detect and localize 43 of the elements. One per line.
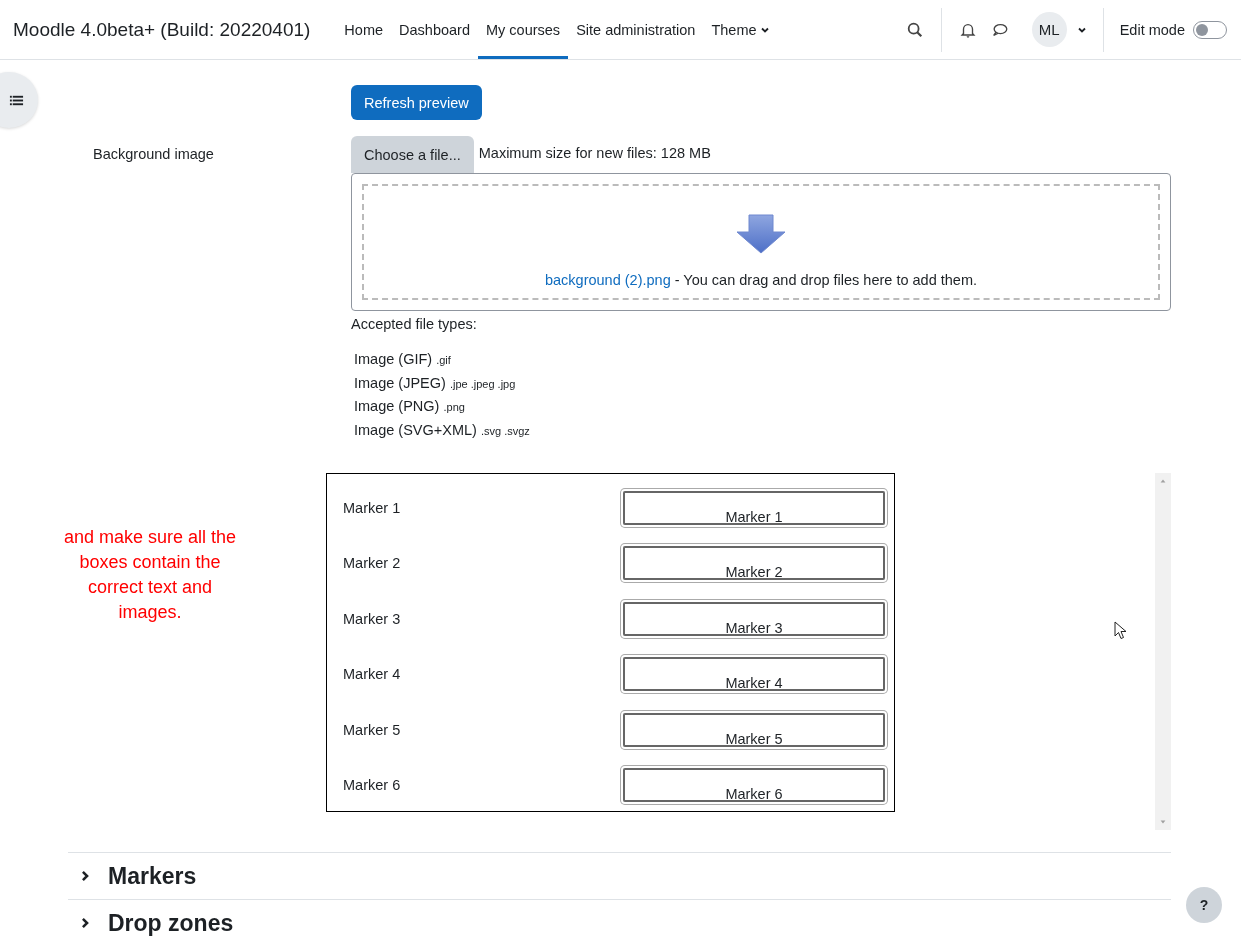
collapsible-section[interactable]: Markers (68, 852, 1171, 899)
user-avatar[interactable]: ML (1031, 12, 1067, 47)
field-label: Background image (93, 146, 214, 162)
marker-label: Marker 5 (343, 721, 401, 738)
nav-link[interactable]: Dashboard (391, 0, 478, 59)
file-type-name: Image (JPEG) (354, 374, 446, 391)
drag-box[interactable]: Marker 4 (623, 657, 885, 692)
collapsible-section[interactable]: Drop zones (68, 899, 1171, 941)
help-button[interactable]: ? (1186, 887, 1222, 923)
nav-link[interactable]: Theme (703, 0, 778, 59)
marker-label: Marker 1 (343, 499, 401, 516)
drag-box[interactable]: Marker 3 (623, 601, 885, 636)
drag-box[interactable]: Marker 5 (623, 712, 885, 747)
file-extensions: .png (443, 401, 465, 413)
edit-mode-label: Edit mode (1119, 21, 1185, 38)
marker-label: Marker 3 (343, 610, 401, 627)
nav-link[interactable]: Home (336, 0, 392, 59)
file-extensions: .svg .svgz (480, 424, 530, 437)
max-size-text: Maximum size for new files: 128 MB (478, 144, 711, 161)
marker-label: Marker 4 (343, 666, 401, 683)
file-extensions: .jpe .jpeg .jpg (449, 377, 516, 390)
drag-box[interactable]: Marker 1 (623, 490, 885, 525)
drag-box[interactable]: Marker 2 (623, 546, 885, 581)
nav-link[interactable]: Site administration (568, 0, 704, 59)
file-type-name: Image (SVG+XML) (354, 421, 477, 438)
refresh-preview-button[interactable]: Refresh preview (351, 85, 482, 120)
site-name[interactable]: Moodle 4.0beta+ (Build: 20220401) (13, 18, 311, 41)
file-type-name: Image (PNG) (354, 398, 440, 414)
marker-label: Marker 2 (343, 555, 401, 572)
download-arrow-icon (736, 214, 786, 254)
file-extensions: .gif (436, 354, 451, 366)
drag-box[interactable]: Marker 6 (623, 768, 885, 803)
drop-hint-text: - You can drag and drop files here to add them. (674, 272, 978, 288)
search-icon[interactable] (905, 20, 924, 39)
file-link[interactable]: background (2).png (544, 272, 671, 288)
file-drop-area[interactable]: background (2).png - You can drag and drop files here to add them. (351, 173, 1171, 311)
annotation-text: and make sure all the boxes contain the correct text and images. (62, 526, 238, 624)
mouse-pointer-icon (1114, 621, 1128, 641)
file-type-name: Image (GIF) (354, 351, 433, 367)
accepted-types-label: Accepted file types: (351, 316, 478, 332)
choose-file-button[interactable]: Choose a file... (351, 136, 474, 173)
nav-link[interactable]: My courses (478, 0, 569, 59)
marker-label: Marker 6 (343, 777, 401, 794)
